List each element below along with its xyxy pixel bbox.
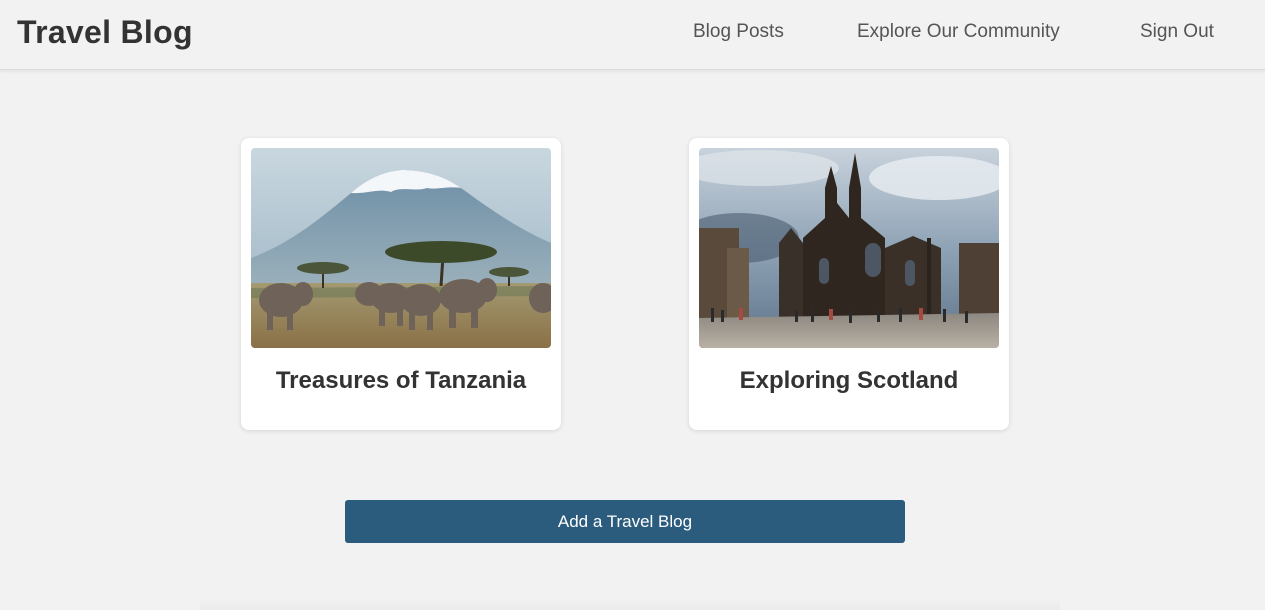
blog-post-image-tanzania[interactable] xyxy=(251,148,551,348)
blog-post-card[interactable]: Exploring Scotland xyxy=(689,138,1009,430)
footer-shadow xyxy=(200,598,1060,610)
blog-post-title[interactable]: Treasures of Tanzania xyxy=(241,366,561,396)
nav-link-sign-out[interactable]: Sign Out xyxy=(1140,20,1214,44)
kilimanjaro-elephants-photo xyxy=(251,148,551,348)
edinburgh-cathedral-photo xyxy=(699,148,999,348)
nav-link-blog-posts[interactable]: Blog Posts xyxy=(693,20,784,44)
add-travel-blog-button[interactable]: Add a Travel Blog xyxy=(345,500,905,543)
blog-post-card[interactable]: Treasures of Tanzania xyxy=(241,138,561,430)
nav-link-explore-community[interactable]: Explore Our Community xyxy=(857,20,1060,44)
blog-post-image-scotland[interactable] xyxy=(699,148,999,348)
blog-post-title[interactable]: Exploring Scotland xyxy=(689,366,1009,396)
top-navbar: Travel Blog Blog Posts Explore Our Commu… xyxy=(0,0,1265,70)
brand-logo-text[interactable]: Travel Blog xyxy=(17,12,193,52)
